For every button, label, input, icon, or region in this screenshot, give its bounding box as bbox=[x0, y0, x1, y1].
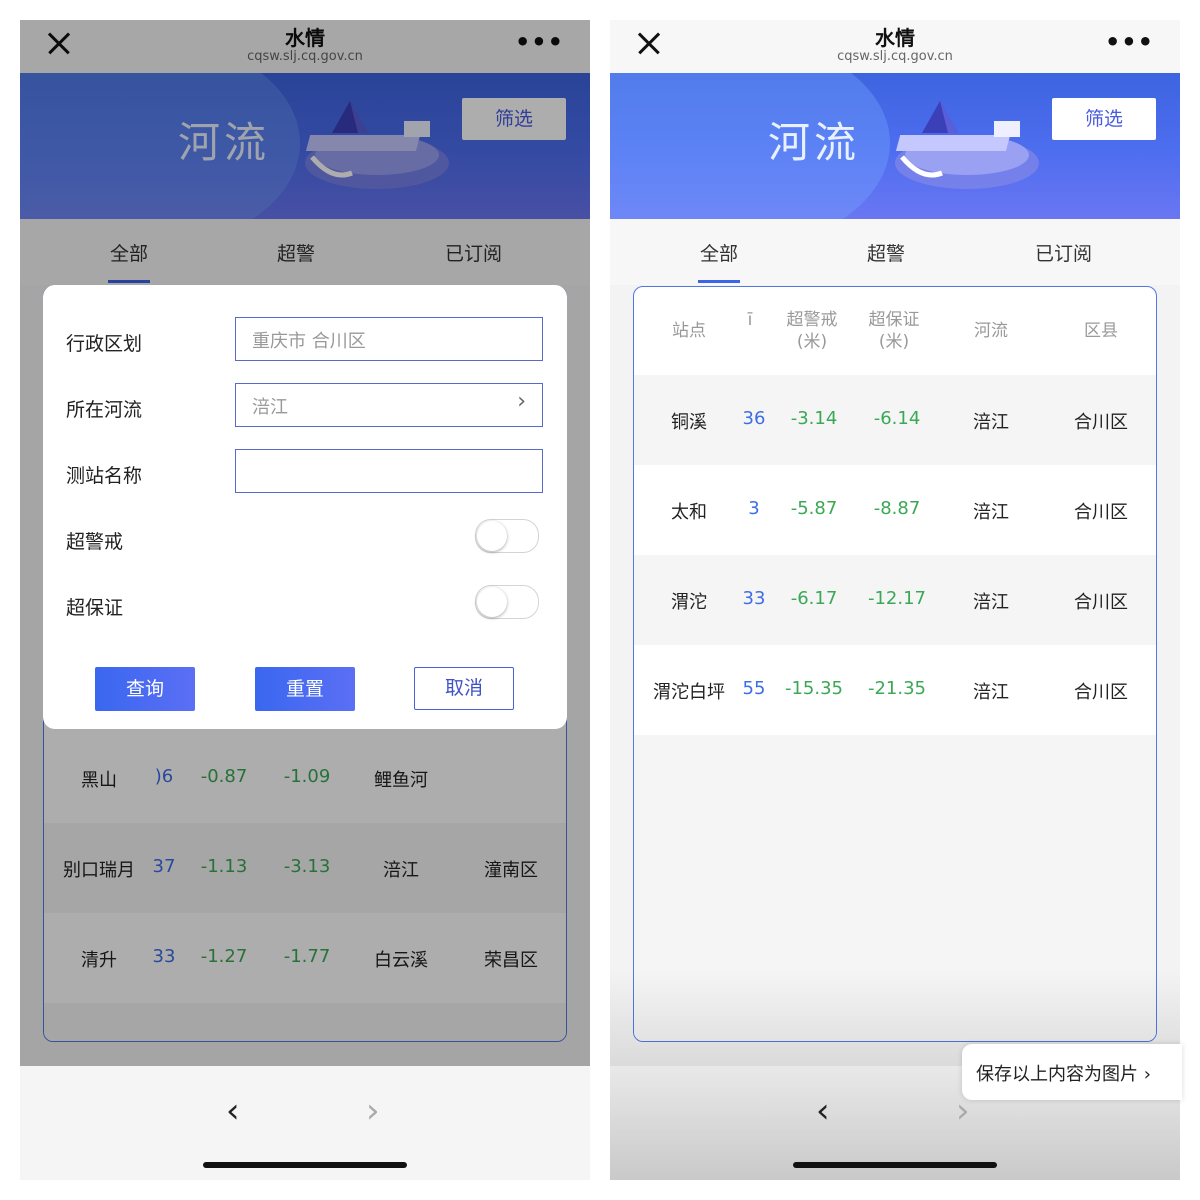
header-over-guarantee-title: 超保证 bbox=[868, 310, 920, 330]
header-over-warning: 超警戒 (米) bbox=[770, 309, 854, 353]
header-banner: 河流 筛选 bbox=[610, 73, 1180, 219]
over-guarantee-value: -12.17 bbox=[867, 588, 927, 609]
page-title: 水情 bbox=[875, 26, 915, 50]
page-url: cqsw.slj.cq.gov.cn bbox=[837, 49, 953, 64]
over-guarantee-value: -21.35 bbox=[867, 678, 927, 699]
river-select[interactable]: 涪江 › bbox=[235, 383, 543, 427]
river-name: 涪江 bbox=[973, 592, 1009, 613]
header-over-guarantee-unit: (米) bbox=[878, 332, 910, 352]
district-name: 合川区 bbox=[1074, 502, 1128, 523]
banner-title: 河流 bbox=[768, 118, 861, 167]
over-guarantee-toggle[interactable] bbox=[475, 585, 539, 619]
query-button[interactable]: 查询 bbox=[95, 667, 195, 711]
river-name: 涪江 bbox=[973, 682, 1009, 703]
district-input-value: 重庆市 合川区 bbox=[252, 331, 366, 352]
river-label: 所在河流 bbox=[66, 399, 143, 421]
home-indicator[interactable] bbox=[203, 1162, 407, 1168]
district-name: 合川区 bbox=[1074, 592, 1128, 613]
tab-all[interactable]: 全部 bbox=[697, 239, 741, 283]
browser-bottombar: ‹ › bbox=[20, 1066, 590, 1180]
table-row[interactable]: 太和 3 -5.87 -8.87 涪江 合川区 bbox=[634, 465, 1156, 555]
over-guarantee-value: -6.14 bbox=[873, 408, 921, 429]
header-over-guarantee: 超保证 (米) bbox=[852, 309, 936, 353]
table-header: 站点 ī 超警戒 (米) 超保证 (米) 河流 区县 bbox=[634, 287, 1156, 375]
forward-chevron-icon[interactable]: › bbox=[366, 1091, 380, 1131]
tab-over-warning[interactable]: 超警 bbox=[867, 239, 905, 266]
water-level-value: 3 bbox=[748, 498, 760, 519]
header-district: 区县 bbox=[1084, 321, 1118, 341]
filter-button[interactable]: 筛选 bbox=[1052, 98, 1156, 140]
over-warning-toggle[interactable] bbox=[475, 519, 539, 553]
header-river: 河流 bbox=[974, 321, 1008, 341]
station-name: 渭沱 bbox=[671, 592, 707, 613]
cancel-button[interactable]: 取消 bbox=[414, 667, 514, 710]
water-level-value: 33 bbox=[742, 588, 766, 609]
browser-topbar: 水情 cqsw.slj.cq.gov.cn ••• bbox=[610, 20, 1180, 73]
chevron-right-icon: › bbox=[517, 389, 526, 414]
over-warning-value: -3.14 bbox=[790, 408, 838, 429]
station-name: 铜溪 bbox=[671, 412, 707, 433]
station-name: 太和 bbox=[671, 502, 707, 523]
over-guarantee-value: -8.87 bbox=[873, 498, 921, 519]
back-chevron-icon[interactable]: ‹ bbox=[226, 1091, 240, 1131]
back-chevron-icon[interactable]: ‹ bbox=[816, 1091, 830, 1131]
station-name: 渭沱白坪 bbox=[653, 682, 725, 703]
over-warning-value: -5.87 bbox=[790, 498, 838, 519]
river-select-value: 涪江 bbox=[252, 397, 288, 418]
station-table: 站点 ī 超警戒 (米) 超保证 (米) 河流 区县 铜溪 36 -3.14 -… bbox=[633, 286, 1157, 1042]
header-station: 站点 bbox=[672, 321, 706, 341]
toggle-knob bbox=[477, 521, 507, 551]
river-name: 涪江 bbox=[973, 502, 1009, 523]
right-screen: 水情 cqsw.slj.cq.gov.cn ••• 河流 筛选 全部 超警 已订… bbox=[610, 20, 1180, 1180]
more-icon[interactable]: ••• bbox=[1105, 28, 1154, 56]
dam-illustration-icon bbox=[895, 101, 1039, 189]
river-name: 涪江 bbox=[973, 412, 1009, 433]
header-water-level: ī bbox=[747, 310, 753, 330]
district-name: 合川区 bbox=[1074, 682, 1128, 703]
header-over-warning-title: 超警戒 bbox=[786, 310, 838, 330]
header-over-warning-unit: (米) bbox=[796, 332, 828, 352]
save-as-image-label: 保存以上内容为图片 › bbox=[976, 1064, 1151, 1085]
save-as-image-button[interactable]: 保存以上内容为图片 › bbox=[962, 1044, 1182, 1100]
over-warning-label: 超警戒 bbox=[66, 531, 124, 553]
water-level-value: 36 bbox=[742, 408, 766, 429]
station-name-input[interactable] bbox=[235, 449, 543, 493]
table-row[interactable]: 渭沱白坪 55 -15.35 -21.35 涪江 合川区 bbox=[634, 645, 1156, 735]
over-warning-value: -15.35 bbox=[784, 678, 844, 699]
district-name: 合川区 bbox=[1074, 412, 1128, 433]
toggle-knob bbox=[477, 587, 507, 617]
left-screen: 水情 cqsw.slj.cq.gov.cn ••• 河流 筛选 全部 超警 已订… bbox=[20, 20, 590, 1180]
district-input[interactable]: 重庆市 合川区 bbox=[235, 317, 543, 361]
water-level-value: 55 bbox=[742, 678, 766, 699]
filter-dialog: 行政区划 重庆市 合川区 所在河流 涪江 › 测站名称 超警戒 超保证 查询 重… bbox=[43, 285, 567, 729]
tab-bar: 全部 超警 已订阅 bbox=[610, 219, 1180, 285]
reset-button[interactable]: 重置 bbox=[255, 667, 355, 711]
station-name-label: 测站名称 bbox=[66, 465, 143, 487]
table-row[interactable]: 渭沱 33 -6.17 -12.17 涪江 合川区 bbox=[634, 555, 1156, 645]
over-warning-value: -6.17 bbox=[790, 588, 838, 609]
table-row[interactable]: 铜溪 36 -3.14 -6.14 涪江 合川区 bbox=[634, 375, 1156, 465]
tab-subscribed[interactable]: 已订阅 bbox=[1035, 239, 1092, 266]
over-guarantee-label: 超保证 bbox=[66, 597, 124, 619]
district-label: 行政区划 bbox=[66, 333, 143, 355]
home-indicator[interactable] bbox=[793, 1162, 997, 1168]
